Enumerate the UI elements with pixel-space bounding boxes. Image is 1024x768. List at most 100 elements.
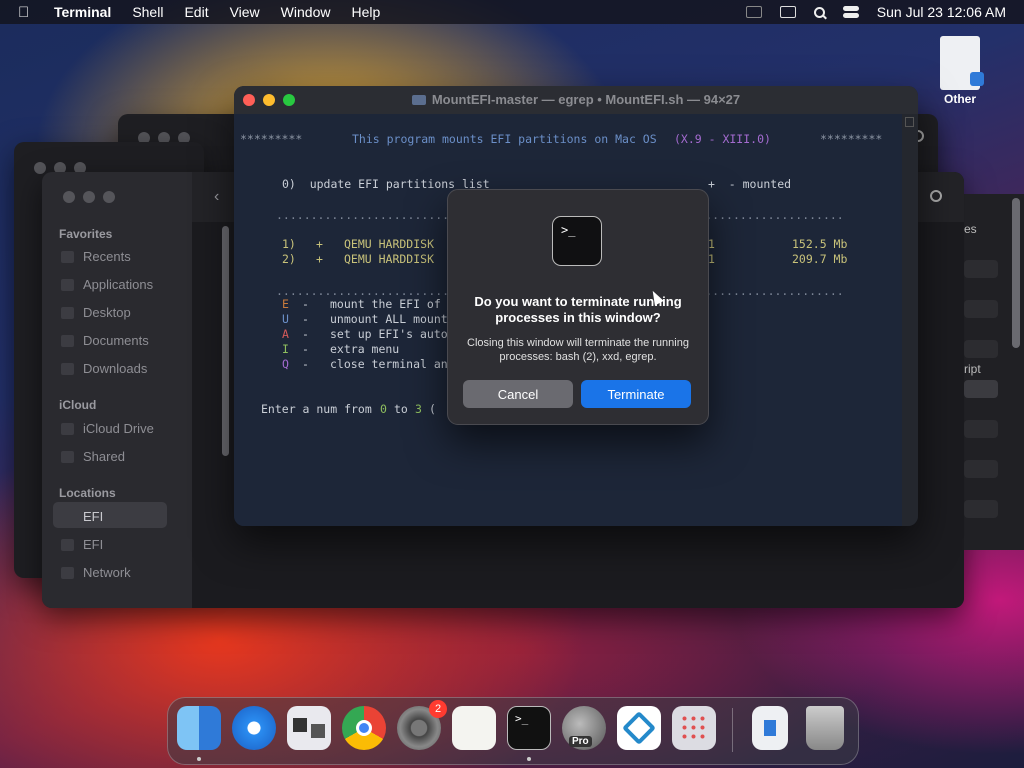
menu-help[interactable]: Help [351,4,380,20]
menubar-clock[interactable]: Sun Jul 23 12:06 AM [877,4,1006,20]
disk-1-num: 1) [282,237,296,251]
sidebar-item-downloads[interactable]: Downloads [60,361,147,376]
prompt-prefix: Enter a num from [261,402,372,416]
textedit-dock-icon[interactable] [452,706,496,750]
document-icon [940,36,984,90]
menu-dash: - [302,327,309,341]
downloads-dock-icon[interactable] [752,706,788,750]
sidebar-item-efi-2[interactable]: EFI [60,537,103,552]
safari-dock-icon[interactable] [232,706,276,750]
disk-2-index: 1 [708,252,715,266]
terminate-dialog: >_ Do you want to terminate running proc… [447,189,709,425]
disk-1-index: 1 [708,237,715,251]
sidebar-scrollbar[interactable] [222,226,229,456]
menu-view[interactable]: View [230,4,260,20]
background-window-right-fragment[interactable]: es ript [964,194,1024,550]
window-minimize-button[interactable] [83,191,95,203]
sidebar-section-locations: Locations [59,486,116,500]
notification-badge: 2 [429,700,447,718]
search-icon[interactable] [930,190,942,202]
disk-2-num: 2) [282,252,296,266]
fragment-label-ript: ript [964,362,981,376]
running-indicator [197,757,201,761]
vscode-logo-icon [622,711,656,745]
app-dock-icon[interactable] [287,706,331,750]
disk-2-name: QEMU HARDDISK [344,252,435,266]
download-arrow-icon [764,720,776,736]
terminal-title-text: MountEFI-master — egrep • MountEFI.sh — … [431,92,741,107]
sidebar-section-icloud: iCloud [59,398,97,412]
fragment-row [964,460,998,478]
finder-dock-icon[interactable] [177,706,221,750]
vscode-dock-icon[interactable] [617,706,661,750]
terminal-titlebar[interactable]: MountEFI-master — egrep • MountEFI.sh — … [234,86,918,114]
sidebar-section-favorites: Favorites [59,227,113,241]
chrome-dock-icon[interactable] [342,706,386,750]
menu-text-u: unmount ALL mount [330,312,448,326]
sidebar-item-icloud-drive[interactable]: iCloud Drive [61,421,154,436]
disk-2-mark: + [316,252,323,266]
trash-dock-icon[interactable] [806,706,844,750]
terminal-dock-icon[interactable]: >_ [507,706,551,750]
dock: 2 >_ Pro [167,697,859,765]
menu-edit[interactable]: Edit [184,4,208,20]
prompt-tail: ( [429,402,443,416]
scrollbar-thumb[interactable] [905,117,914,127]
fragment-row [964,340,998,358]
apple-menu-icon[interactable]:  [18,4,38,21]
back-chevron-icon[interactable]: ‹ [214,188,219,206]
dialog-message: Closing this window will terminate the r… [467,337,689,363]
screen-mirroring-icon[interactable] [779,6,796,18]
disk-1-size: 152.5 Mb [792,237,848,251]
sidebar-item-recents[interactable]: Recents [61,249,131,264]
spotlight-search-icon[interactable] [813,6,825,18]
menu-shell[interactable]: Shell [132,4,163,20]
launchpad-dock-icon[interactable] [672,706,716,750]
disk-1-mark: + [316,237,323,251]
header-text: This program mounts EFI partitions on Ma… [352,132,657,146]
sidebar-item-efi-1[interactable]: EFI [60,509,103,524]
menu-key-a: A [282,327,289,341]
menu-window[interactable]: Window [281,4,331,20]
prompt-max: 3 [415,402,422,416]
window-zoom-button[interactable] [103,191,115,203]
sidebar-item-applications[interactable]: Applications [60,277,153,292]
menu-dash: - [302,357,309,371]
desktop-file-label: Other [943,92,976,106]
dock-separator [732,708,733,752]
pro-label: Pro [569,736,592,747]
disk-2-size: 209.7 Mb [792,252,848,266]
menu-key-q: Q [282,357,289,371]
earth-pro-dock-icon[interactable]: Pro [562,706,606,750]
prompt-to: to [394,402,408,416]
control-center-icon[interactable] [842,6,859,18]
menu-dash: - [302,297,309,311]
desktop-file-other[interactable]: Other [932,36,988,106]
sidebar-item-desktop[interactable]: Desktop [61,305,131,320]
chrome-center-icon [356,720,372,736]
sidebar-item-shared[interactable]: Shared [61,449,125,464]
terminate-button[interactable]: Terminate [581,380,691,408]
sidebar-item-documents[interactable]: Documents [61,333,149,348]
terminal-app-icon: >_ [552,216,602,266]
menu-key-u: U [282,312,289,326]
terminal-scrollbar[interactable] [902,114,918,526]
grid-icon [680,714,708,742]
menu-key-e: E [282,297,289,311]
cancel-button[interactable]: Cancel [463,380,573,408]
keyboard-icon[interactable] [745,6,762,18]
fragment-row [964,260,998,278]
terminal-glyph: >_ [515,712,529,725]
fragment-row [964,500,998,518]
menu-dash: - [302,312,309,326]
sidebar-item-network[interactable]: Network [61,565,131,580]
system-settings-dock-icon[interactable]: 2 [397,700,447,750]
fragment-label-es: es [964,222,977,236]
menu-app-terminal[interactable]: Terminal [54,4,111,20]
folder-icon [411,95,426,105]
header-stars-right: ********* [820,132,883,146]
disk-1-name: QEMU HARDDISK [344,237,435,251]
window-close-button[interactable] [63,191,75,203]
fragment-scrollbar[interactable] [1012,198,1020,348]
terminal-glyph: >_ [561,223,576,237]
